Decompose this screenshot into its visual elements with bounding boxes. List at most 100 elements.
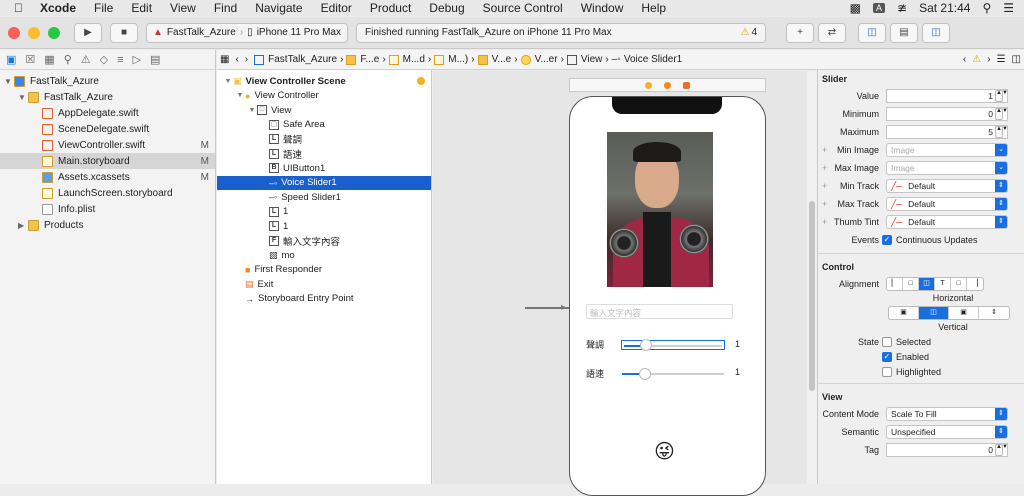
nav-item-0[interactable]: ▼ FastTalk_Azure	[0, 73, 215, 89]
thumb-tint-color-popup[interactable]: ╱─ Default ⇕	[886, 215, 1008, 229]
chevron-down-icon[interactable]: ⌄	[995, 144, 1007, 156]
scrollbar-thumb[interactable]	[809, 201, 815, 391]
report-navigator-icon[interactable]: ▤	[150, 53, 160, 66]
speed-slider[interactable]	[622, 368, 724, 380]
minimize-window-button[interactable]	[28, 26, 40, 39]
menu-source-control[interactable]: Source Control	[474, 1, 572, 15]
outline-item-15[interactable]: → Storyboard Entry Point	[217, 292, 431, 307]
input-source-icon[interactable]: A	[872, 3, 885, 13]
next-issue-button[interactable]: ›	[984, 54, 993, 65]
forward-button[interactable]: ›	[242, 54, 251, 65]
outline-item-2[interactable]: ▼ □ View	[217, 103, 431, 118]
disclosure-open-icon[interactable]: ▼	[4, 77, 14, 86]
nav-item-2[interactable]: AppDelegate.swift	[0, 105, 215, 121]
voice-slider-thumb[interactable]	[640, 339, 652, 351]
outline-item-3[interactable]: ▢ Safe Area	[217, 118, 431, 133]
highlighted-checkbox[interactable]	[882, 366, 892, 377]
align-center-icon[interactable]: ◫	[919, 278, 935, 290]
test-navigator-icon[interactable]: ◇	[100, 53, 108, 66]
horizontal-alignment-control[interactable]: ▏ □ ◫ T □ ▕	[886, 277, 984, 291]
canvas-vertical-scrollbar[interactable]	[807, 71, 817, 484]
menu-help[interactable]: Help	[632, 1, 675, 15]
display-icon[interactable]: ▩	[850, 1, 861, 15]
align-fill-icon[interactable]: T	[935, 278, 951, 290]
selected-checkbox[interactable]	[882, 336, 892, 347]
chevron-down-icon[interactable]: ⌄	[995, 162, 1007, 174]
previous-issue-button[interactable]: ‹	[960, 54, 969, 65]
jump-segment-slider[interactable]: ‒◦ Voice Slider1	[609, 54, 685, 65]
outline-item-10[interactable]: L1	[217, 219, 431, 234]
chevron-updown-icon[interactable]: ⇕	[995, 426, 1007, 438]
enabled-checkbox[interactable]: ✓	[882, 351, 892, 362]
minimum-stepper[interactable]: ▲▼	[995, 108, 1008, 120]
menu-app-name[interactable]: Xcode	[31, 1, 85, 15]
jump-segment-storyboard[interactable]: M...d	[386, 54, 428, 65]
continuous-updates-checkbox[interactable]: ✓	[882, 235, 892, 245]
value-stepper[interactable]: ▲▼	[995, 90, 1008, 102]
add-variation-icon[interactable]: +	[822, 217, 827, 227]
clock[interactable]: Sat 21:44	[919, 1, 970, 15]
add-variation-icon[interactable]: +	[822, 181, 827, 191]
jump-segment-view-controller[interactable]: V...er	[518, 54, 561, 65]
outline-item-7[interactable]: ‒◦ Voice Slider1	[217, 175, 431, 190]
jump-segment-base[interactable]: M...)	[431, 54, 471, 65]
minimum-field[interactable]: 0 ▲▼	[886, 107, 1008, 121]
outline-item-4[interactable]: L 聲調	[217, 132, 431, 147]
pitch-label[interactable]: 聲調	[586, 338, 604, 351]
voice-slider[interactable]	[621, 339, 725, 351]
library-button[interactable]: +	[786, 22, 814, 43]
menu-window[interactable]: Window	[572, 1, 633, 15]
min-track-color-popup[interactable]: ╱─ Default ⇕	[886, 179, 1008, 193]
value-field[interactable]: 1 ▲▼	[886, 89, 1008, 103]
disclosure-open-icon[interactable]: ▼	[247, 107, 257, 114]
menu-editor[interactable]: Editor	[312, 1, 361, 15]
maximum-stepper[interactable]: ▲▼	[995, 126, 1008, 138]
outline-item-14[interactable]: ▤ Exit	[217, 277, 431, 292]
symbol-navigator-icon[interactable]: ▦	[44, 53, 54, 66]
scheme-selector[interactable]: ▲ FastTalk_Azure › ▯ iPhone 11 Pro Max	[146, 22, 348, 43]
chevron-updown-icon[interactable]: ⇕	[995, 408, 1007, 420]
project-navigator-icon[interactable]: ▣	[6, 53, 16, 66]
toggle-navigator-button[interactable]: ◫	[858, 22, 886, 43]
iphone-frame[interactable]: 輸入文字內容 聲調 1 語速 1 😜	[569, 96, 766, 496]
nav-item-9[interactable]: ▶ Products	[0, 217, 215, 233]
menu-view[interactable]: View	[161, 1, 205, 15]
related-items-icon[interactable]: ▦	[217, 54, 232, 65]
menu-product[interactable]: Product	[361, 1, 420, 15]
stop-button[interactable]: ■	[110, 22, 138, 43]
align-top-icon[interactable]: ▣	[889, 307, 919, 319]
outline-item-1[interactable]: ▼ ● View Controller	[217, 89, 431, 104]
disclosure-closed-icon[interactable]: ▶	[18, 221, 28, 230]
add-variation-icon[interactable]: +	[822, 163, 827, 173]
outline-item-5[interactable]: L 語速	[217, 147, 431, 162]
back-button[interactable]: ‹	[232, 54, 241, 65]
nav-item-6[interactable]: Assets.xcassets M	[0, 169, 215, 185]
maximum-field[interactable]: 5 ▲▼	[886, 125, 1008, 139]
spotlight-icon[interactable]: ⚲	[982, 1, 991, 15]
outline-item-13[interactable]: ■ First Responder	[217, 263, 431, 278]
scene-vc-icon[interactable]	[645, 81, 652, 89]
outline-item-6[interactable]: B UIButton1	[217, 161, 431, 176]
speed-label[interactable]: 語速	[586, 367, 604, 380]
text-input-field[interactable]: 輸入文字內容	[586, 304, 733, 319]
warning-nav-icon[interactable]: ⚠	[969, 54, 984, 65]
toggle-debug-area-button[interactable]: ▤	[890, 22, 918, 43]
outline-item-12[interactable]: ▨ mo	[217, 248, 431, 263]
outline-item-11[interactable]: F 輸入文字內容	[217, 234, 431, 249]
storyboard-canvas[interactable]: ▸ 輸入文字內容 聲調 1 語速 1 😜	[433, 71, 807, 496]
max-image-combo[interactable]: Image ⌄	[886, 161, 1008, 175]
menu-file[interactable]: File	[85, 1, 122, 15]
warning-icon[interactable]: ⚠	[740, 27, 749, 38]
chevron-updown-icon[interactable]: ⇕	[995, 216, 1007, 228]
wifi-icon[interactable]: ≇	[897, 1, 907, 15]
zoom-window-button[interactable]	[48, 26, 60, 39]
menu-navigate[interactable]: Navigate	[246, 1, 311, 15]
find-navigator-icon[interactable]: ⚲	[64, 53, 72, 66]
scene-responder-icon[interactable]	[664, 81, 671, 89]
menu-debug[interactable]: Debug	[420, 1, 473, 15]
nav-item-7[interactable]: LaunchScreen.storyboard	[0, 185, 215, 201]
align-vfill-icon[interactable]: ⇕	[979, 307, 1009, 319]
min-image-combo[interactable]: Image ⌄	[886, 143, 1008, 157]
add-variation-icon[interactable]: +	[822, 199, 827, 209]
code-review-button[interactable]: ⇄	[818, 22, 846, 43]
